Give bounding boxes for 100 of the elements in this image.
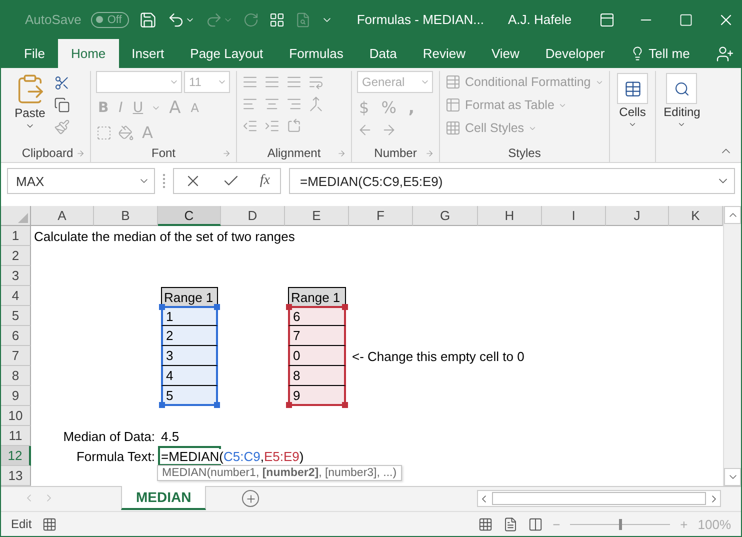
insert-function-button[interactable]: fx: [260, 173, 270, 189]
ribbon-tab[interactable]: Developer: [532, 39, 618, 68]
ribbon-tab[interactable]: Insert: [118, 39, 178, 68]
column-header[interactable]: E: [285, 206, 349, 226]
row-header[interactable]: 4: [1, 286, 31, 306]
row-header[interactable]: 5: [1, 306, 31, 326]
row-header[interactable]: 11: [1, 426, 31, 446]
print-preview-icon[interactable]: [294, 12, 311, 28]
ribbon-tab[interactable]: View: [478, 39, 532, 68]
user-name[interactable]: A.J. Hafele: [508, 12, 572, 27]
scroll-down-icon[interactable]: [724, 468, 741, 486]
column-header[interactable]: A: [31, 206, 94, 226]
cell-text: <- Change this empty cell to 0: [352, 348, 524, 364]
launcher-icon[interactable]: [222, 148, 231, 158]
caret-icon: [677, 120, 686, 129]
table-style-icon: [445, 74, 461, 90]
column-header[interactable]: B: [94, 206, 158, 226]
page-break-icon[interactable]: [528, 516, 543, 532]
row-header[interactable]: 10: [1, 406, 31, 426]
launcher-icon[interactable]: [76, 148, 85, 158]
cell-label: Formula Text:: [76, 448, 155, 464]
range-cell: 9: [288, 386, 346, 406]
row-header[interactable]: 6: [1, 326, 31, 346]
range-cell: 0: [288, 346, 346, 366]
group-label: Font: [151, 146, 176, 160]
launcher-icon[interactable]: [425, 148, 434, 158]
scroll-thumb[interactable]: [492, 492, 706, 505]
range-cell: 4: [161, 366, 218, 386]
borders-icon[interactable]: [96, 124, 112, 140]
status-mode: Edit: [11, 517, 32, 531]
range-handle[interactable]: [286, 402, 292, 408]
ribbon-tab[interactable]: Formulas: [276, 39, 356, 68]
redo-icon[interactable]: [204, 10, 233, 28]
column-header[interactable]: D: [221, 206, 285, 226]
ribbon-tab[interactable]: File: [11, 39, 58, 68]
formula-input[interactable]: =MEDIAN(C5:C9,E5:E9): [289, 168, 735, 194]
range-cell: 1: [161, 306, 218, 326]
range-cell: 6: [288, 306, 346, 326]
ribbon-tab[interactable]: Page Layout: [177, 39, 276, 68]
column-header[interactable]: H: [478, 206, 542, 226]
column-header[interactable]: C: [158, 206, 221, 226]
group-label: Alignment: [267, 146, 321, 160]
cell-label: Median of Data:: [63, 428, 155, 444]
range-handle[interactable]: [286, 304, 292, 310]
save-icon[interactable]: [138, 10, 157, 28]
row-header[interactable]: 3: [1, 266, 31, 286]
select-all-corner[interactable]: [1, 206, 31, 226]
add-sheet-icon[interactable]: [242, 490, 260, 507]
undo-icon[interactable]: [166, 10, 195, 28]
row-header[interactable]: 2: [1, 246, 31, 266]
grid-icon[interactable]: [268, 12, 285, 28]
range-handle[interactable]: [159, 304, 165, 310]
scroll-up-icon[interactable]: [724, 206, 741, 224]
column-header[interactable]: J: [606, 206, 669, 226]
row-header[interactable]: 7: [1, 346, 31, 366]
normal-view-icon[interactable]: [478, 516, 493, 532]
cells-button[interactable]: Cells: [613, 71, 652, 162]
editing-button[interactable]: Editing: [660, 71, 704, 162]
name-box[interactable]: MAX: [7, 168, 155, 194]
range-handle[interactable]: [342, 402, 348, 408]
range-header-cell: Range 1: [161, 287, 218, 306]
window-title: Formulas - MEDIAN...: [356, 12, 484, 27]
page-layout-icon[interactable]: [502, 516, 518, 532]
ribbon-tab[interactable]: Data: [356, 39, 410, 68]
group-label: Clipboard: [22, 146, 74, 160]
range-header-cell: Range 1: [288, 287, 346, 306]
scissors-icon[interactable]: [54, 75, 70, 91]
row-header[interactable]: 12: [1, 446, 31, 466]
range-handle[interactable]: [342, 304, 348, 310]
column-header[interactable]: G: [413, 206, 478, 226]
range-handle[interactable]: [159, 402, 165, 408]
row-header[interactable]: 1: [1, 226, 31, 246]
row-header[interactable]: 8: [1, 366, 31, 386]
refresh-icon[interactable]: [242, 12, 259, 28]
row-header[interactable]: 9: [1, 386, 31, 406]
function-tooltip: MEDIAN(number1, [number2], [number3], ...): [157, 465, 402, 481]
tell-me-search[interactable]: Tell me: [618, 39, 702, 68]
range-cell: 7: [288, 326, 346, 346]
ribbon-tab[interactable]: Review: [410, 39, 478, 68]
range-handle[interactable]: [214, 304, 220, 310]
ribbon-tab[interactable]: Home: [58, 39, 119, 68]
macro-icon[interactable]: [42, 516, 57, 532]
row-header[interactable]: 13: [1, 466, 31, 486]
zoom-thumb[interactable]: [619, 518, 622, 530]
fill-color-icon[interactable]: [118, 124, 134, 140]
paste-button[interactable]: Paste: [10, 71, 50, 144]
copy-icon[interactable]: [54, 97, 70, 113]
table-style-icon: [445, 120, 461, 136]
caret-icon: [628, 120, 637, 129]
launcher-icon[interactable]: [337, 148, 346, 158]
sheet-tab[interactable]: MEDIAN: [121, 486, 206, 510]
range-cell: 3: [161, 346, 218, 366]
paintbrush-icon[interactable]: [54, 119, 70, 135]
range-handle[interactable]: [214, 402, 220, 408]
column-header[interactable]: I: [542, 206, 606, 226]
column-header[interactable]: F: [349, 206, 413, 226]
triangle-icon: [18, 213, 28, 223]
column-header[interactable]: K: [669, 206, 723, 226]
font-name-field[interactable]: [96, 71, 182, 93]
range-cell: 2: [161, 326, 218, 346]
